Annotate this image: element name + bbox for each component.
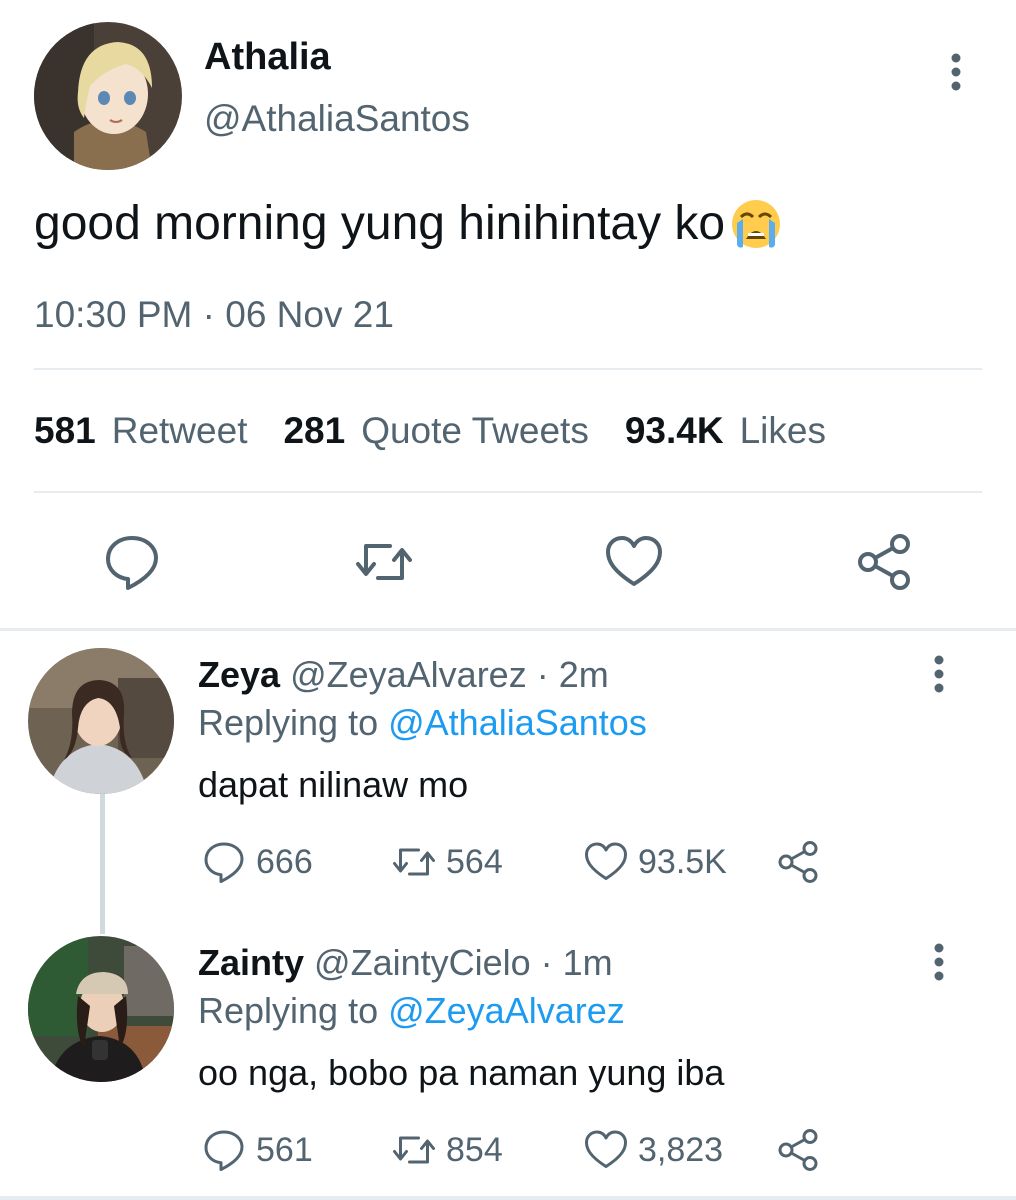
likes-label[interactable]: Likes [740, 410, 826, 452]
retweet-button[interactable]: 564 [390, 838, 503, 886]
retweet-icon [393, 848, 435, 876]
reply-text: oo nga, bobo pa naman yung iba [198, 1052, 725, 1093]
reply-count: 666 [256, 842, 313, 881]
tweet-timestamp[interactable]: 10:30 PM · 06 Nov 21 [34, 294, 394, 336]
avatar[interactable] [34, 22, 182, 170]
reply-time[interactable]: · 2m [537, 654, 609, 695]
avatar[interactable] [28, 936, 174, 1082]
share-icon [778, 1129, 818, 1171]
reply-count: 561 [256, 1130, 313, 1169]
reply-author-handle[interactable]: @ZeyaAlvarez [290, 654, 527, 695]
replying-to-prefix: Replying to [198, 702, 379, 743]
more-options-icon[interactable] [924, 652, 954, 696]
replying-to-mention[interactable]: @AthaliaSantos [388, 702, 647, 743]
thread-line [100, 794, 105, 934]
share-icon[interactable] [852, 530, 916, 594]
reply-author-name[interactable]: Zeya [198, 654, 280, 695]
quote-count[interactable]: 281 [283, 410, 345, 452]
reply-button[interactable]: 561 [200, 1126, 313, 1174]
author-handle[interactable]: @AthaliaSantos [204, 98, 470, 140]
like-button[interactable]: 3,823 [582, 1126, 723, 1174]
like-icon[interactable] [602, 530, 666, 594]
replying-to-mention[interactable]: @ZeyaAlvarez [388, 990, 625, 1031]
like-icon [585, 842, 627, 880]
share-icon [778, 841, 818, 883]
reply-header: Zainty @ZaintyCielo · 1m [198, 942, 613, 984]
retweet-count[interactable]: 581 [34, 410, 96, 452]
like-button[interactable]: 93.5K [582, 838, 727, 886]
likes-count[interactable]: 93.4K [625, 410, 724, 452]
reply-author-handle[interactable]: @ZaintyCielo [314, 942, 531, 983]
reply-icon [204, 842, 244, 883]
retweet-label[interactable]: Retweet [112, 410, 248, 452]
share-button[interactable] [774, 1126, 830, 1174]
share-button[interactable] [774, 838, 830, 886]
tweet-text: good morning yung hinihintay ko [34, 196, 783, 251]
like-count: 3,823 [638, 1130, 724, 1169]
reply-header: Zeya @ZeyaAlvarez · 2m [198, 654, 609, 696]
retweet-button[interactable]: 854 [390, 1126, 503, 1174]
author-name[interactable]: Athalia [204, 36, 331, 79]
reply-author-name[interactable]: Zainty [198, 942, 304, 983]
reply-time[interactable]: · 1m [541, 942, 613, 983]
like-icon [585, 1130, 627, 1168]
divider [0, 1196, 1016, 1200]
tweet-stats: 581 Retweet 281 Quote Tweets 93.4K Likes [34, 410, 862, 452]
reply-text: dapat nilinaw mo [198, 764, 469, 805]
like-count: 93.5K [638, 842, 727, 881]
retweet-count: 854 [446, 1130, 503, 1169]
replying-to: Replying to @ZeyaAlvarez [198, 990, 625, 1032]
retweet-icon [393, 1136, 435, 1164]
avatar[interactable] [28, 648, 174, 794]
reply-icon[interactable] [100, 530, 164, 594]
replying-to-prefix: Replying to [198, 990, 379, 1031]
divider [34, 368, 982, 370]
quote-label[interactable]: Quote Tweets [361, 410, 589, 452]
more-options-icon[interactable] [936, 48, 976, 96]
section-separator [0, 628, 1016, 631]
reply-icon [204, 1130, 244, 1171]
retweet-count: 564 [446, 842, 503, 881]
replying-to: Replying to @AthaliaSantos [198, 702, 647, 744]
more-options-icon[interactable] [924, 940, 954, 984]
retweet-icon[interactable] [352, 530, 416, 594]
tweet-body: good morning yung hinihintay ko [34, 197, 726, 250]
reply-button[interactable]: 666 [200, 838, 313, 886]
divider [34, 491, 982, 493]
loudly-crying-face-icon [729, 197, 783, 251]
